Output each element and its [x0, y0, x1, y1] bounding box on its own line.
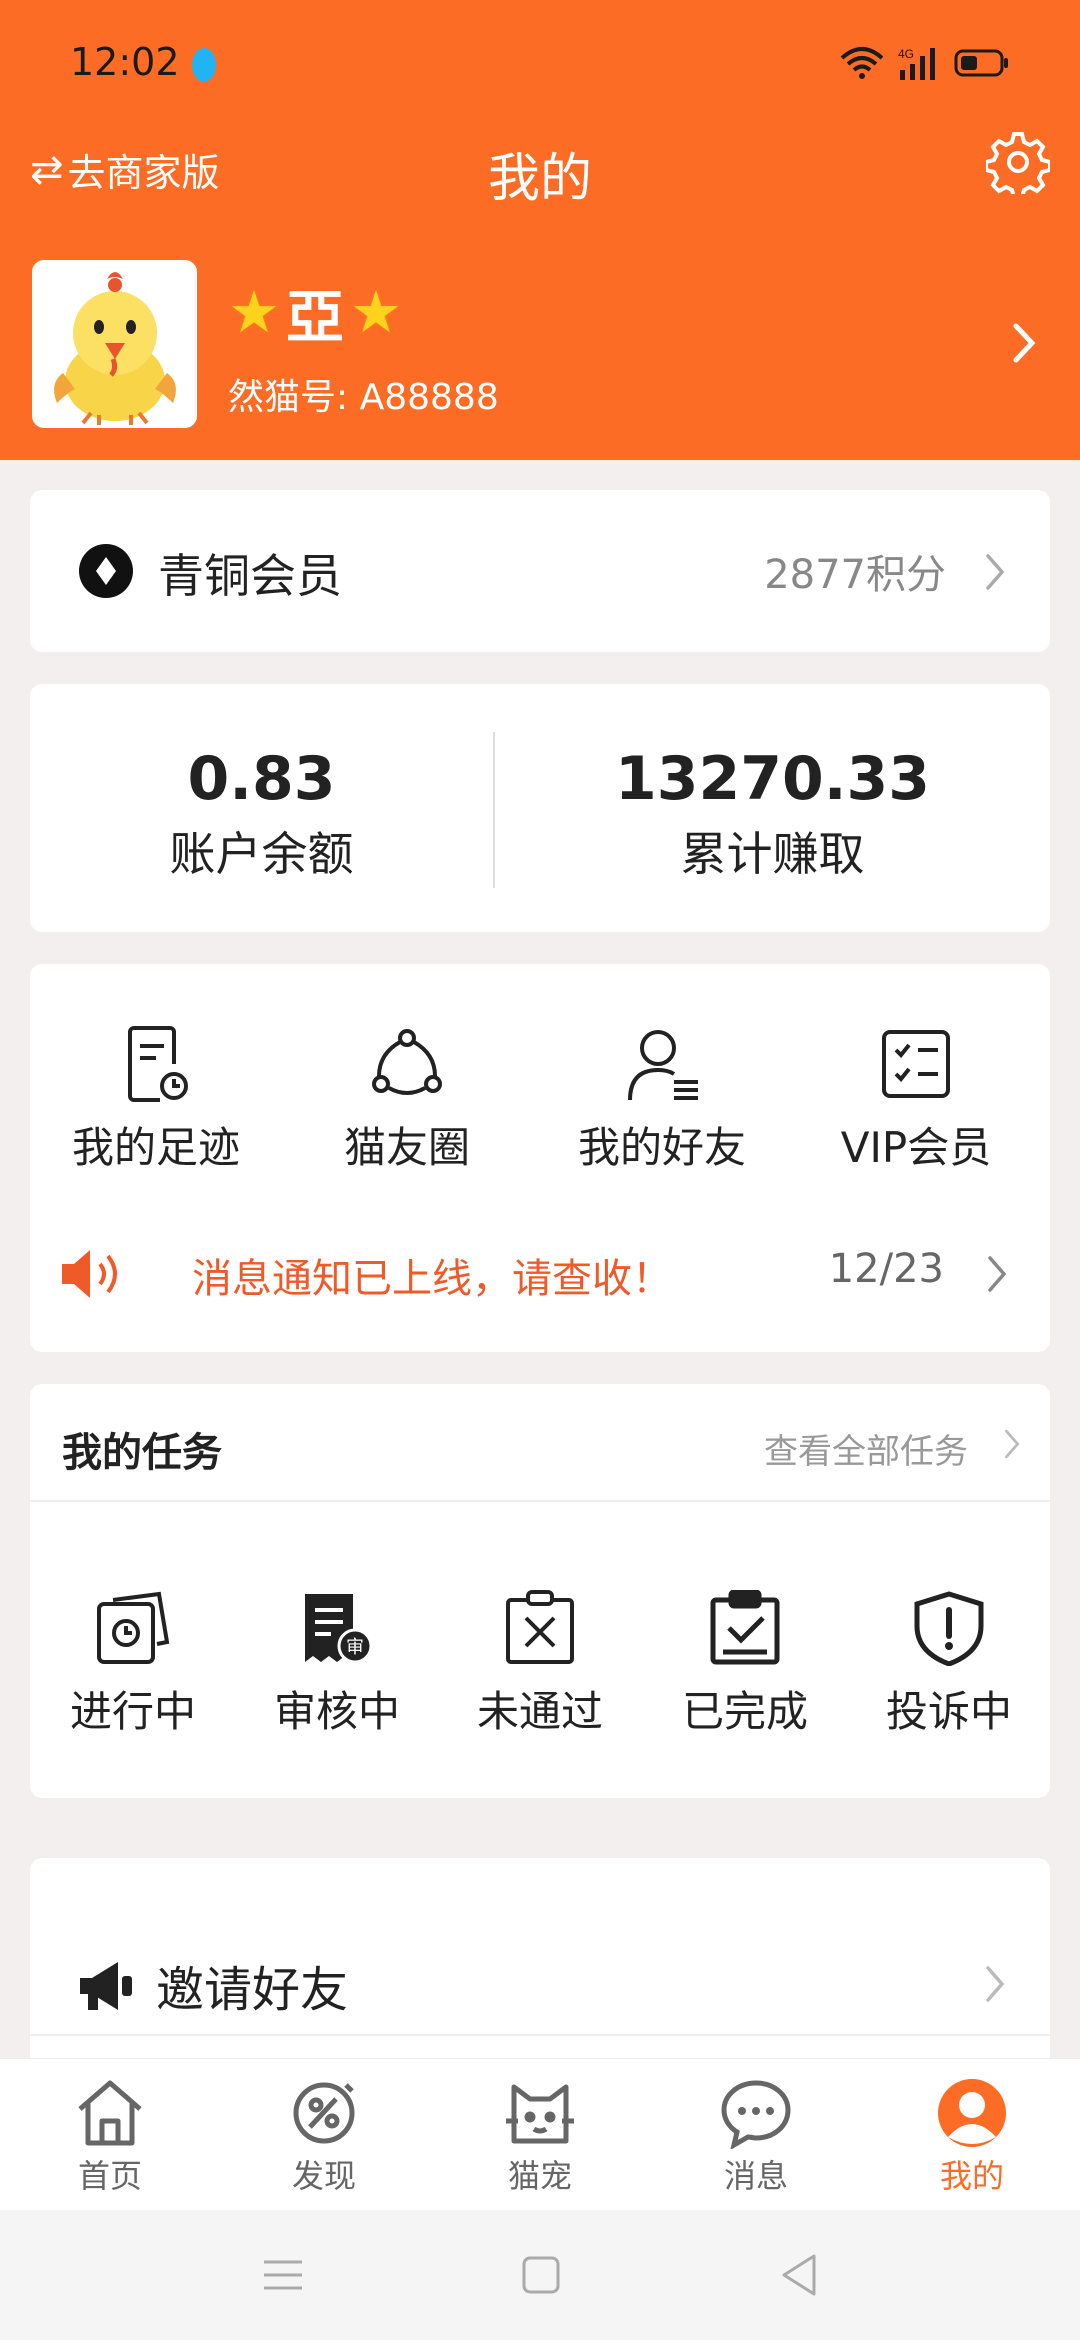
vip-icon — [882, 1030, 950, 1098]
shortcut-label: 猫友圈 — [343, 1123, 470, 1172]
member-level: 青铜会员 — [158, 549, 342, 603]
total-earned[interactable]: 13270.33 累计赚取 — [495, 744, 1050, 884]
task-label: 进行中 — [69, 1687, 196, 1736]
wifi-icon — [840, 46, 884, 80]
nav-home[interactable]: 首页 — [40, 2077, 180, 2197]
header: ⇄ 去商家版 我的 — [0, 120, 1080, 220]
menu-icon[interactable] — [258, 2250, 308, 2300]
task-label: 未通过 — [476, 1687, 603, 1736]
nickname: ★ 亞 ★ — [228, 270, 402, 354]
chevron-right-icon — [986, 1966, 1005, 2002]
reviewing-icon: 审 — [305, 1594, 373, 1664]
speaker-icon — [62, 1250, 117, 1298]
signal-icon: 4G — [898, 46, 940, 80]
star-icon: ★ — [350, 278, 403, 346]
task-section-title: 我的任务 — [62, 1430, 222, 1476]
divider — [30, 1500, 1050, 1502]
status-bar: 12:02 4G — [0, 0, 1080, 130]
total-earned-label: 累计赚取 — [680, 827, 865, 881]
account-balance-value: 0.83 — [187, 744, 336, 814]
status-icons: 4G — [840, 46, 1010, 80]
invite-friends-label: 邀请好友 — [156, 1962, 349, 2018]
svg-text:审: 审 — [346, 1637, 364, 1658]
chevron-right-icon[interactable] — [1004, 318, 1044, 368]
account-balance[interactable]: 0.83 账户余额 — [30, 744, 493, 884]
task-label: 审核中 — [273, 1687, 400, 1736]
footprint-icon — [128, 1026, 188, 1102]
star-icon: ★ — [228, 278, 280, 346]
nickname-text: 亞 — [286, 283, 345, 351]
shortcut-cat-circle[interactable]: 猫友圈 — [307, 1024, 507, 1175]
nav-cat-pet[interactable]: 猫宠 — [470, 2077, 610, 2197]
rejected-icon — [506, 1590, 574, 1664]
task-reviewing[interactable]: 审 审核中 — [252, 1590, 422, 1739]
discover-icon — [293, 2082, 355, 2144]
total-earned-value: 13270.33 — [614, 744, 931, 814]
task-label: 已完成 — [681, 1687, 808, 1736]
notice-count: 12/23 — [828, 1246, 944, 1292]
profile-section[interactable]: ★ 亞 ★ 然猫号: A88888 — [0, 260, 1080, 430]
shortcut-footprint[interactable]: 我的足迹 — [56, 1024, 256, 1175]
chevron-right-icon — [1005, 1429, 1020, 1459]
battery-icon — [954, 49, 1010, 77]
shortcut-label: 我的好友 — [577, 1123, 746, 1172]
member-card[interactable]: 青铜会员 2877积分 — [30, 490, 1050, 652]
nav-label: 消息 — [723, 2157, 788, 2195]
message-icon — [721, 2080, 791, 2149]
profile-icon — [938, 2079, 1006, 2147]
completed-icon — [710, 1590, 780, 1665]
user-id: 然猫号: A88888 — [228, 377, 499, 418]
task-rejected[interactable]: 未通过 — [455, 1590, 625, 1739]
account-balance-label: 账户余额 — [169, 827, 354, 881]
in-progress-icon — [97, 1591, 170, 1664]
view-all-tasks-link[interactable]: 查看全部任务 — [764, 1424, 968, 1473]
system-nav-bar — [0, 2210, 1080, 2340]
task-complaint[interactable]: 投诉中 — [864, 1590, 1034, 1739]
nav-messages[interactable]: 消息 — [686, 2077, 826, 2197]
chevron-right-icon — [986, 554, 1005, 590]
nav-label: 猫宠 — [507, 2157, 572, 2195]
notice-bar[interactable]: 消息通知已上线，请查收！ 12/23 — [60, 1234, 1020, 1314]
task-label: 投诉中 — [885, 1687, 1012, 1736]
nav-mine[interactable]: 我的 — [902, 2077, 1042, 2197]
shortcut-friends[interactable]: 我的好友 — [562, 1024, 762, 1175]
shortcut-card: 我的足迹 猫友圈 我的好友 VIP会员 消息通知已上线，请查收！ 12/23 — [30, 964, 1050, 1352]
friends-icon — [628, 1030, 698, 1101]
megaphone-icon — [80, 1962, 132, 2010]
balance-card: 0.83 账户余额 13270.33 累计赚取 — [30, 684, 1050, 932]
circle-icon — [372, 1029, 442, 1095]
cat-icon — [506, 2084, 574, 2144]
notice-text: 消息通知已上线，请查收！ — [192, 1256, 672, 1302]
home-square-icon[interactable] — [516, 2250, 566, 2300]
task-in-progress[interactable]: 进行中 — [48, 1590, 218, 1739]
member-points: 2877积分 — [764, 552, 946, 598]
divider — [30, 2034, 1050, 2036]
nav-discover[interactable]: 发现 — [254, 2077, 394, 2197]
qq-notification-icon — [192, 48, 216, 82]
task-card: 我的任务 查看全部任务 进行中 审 审核中 未通过 已完成 投诉中 — [30, 1384, 1050, 1798]
chevron-right-icon — [988, 1256, 1007, 1292]
svg-text:4G: 4G — [898, 47, 914, 61]
bottom-nav: 首页 发现 猫宠 消息 我的 — [0, 2058, 1080, 2210]
nav-label: 首页 — [77, 2157, 142, 2195]
shortcut-label: 我的足迹 — [71, 1123, 240, 1172]
nav-label: 发现 — [291, 2157, 356, 2195]
task-completed[interactable]: 已完成 — [660, 1590, 830, 1739]
page-title: 我的 — [487, 149, 592, 209]
shortcut-label: VIP会员 — [840, 1123, 992, 1172]
diamond-badge-icon — [79, 544, 133, 598]
home-icon — [78, 2080, 142, 2146]
complaint-icon — [914, 1591, 984, 1666]
status-time: 12:02 — [70, 40, 180, 84]
nav-label: 我的 — [939, 2157, 1004, 2195]
gear-icon[interactable] — [986, 130, 1050, 194]
avatar[interactable] — [32, 260, 197, 428]
back-icon[interactable] — [774, 2250, 824, 2300]
shortcut-vip[interactable]: VIP会员 — [816, 1024, 1016, 1175]
